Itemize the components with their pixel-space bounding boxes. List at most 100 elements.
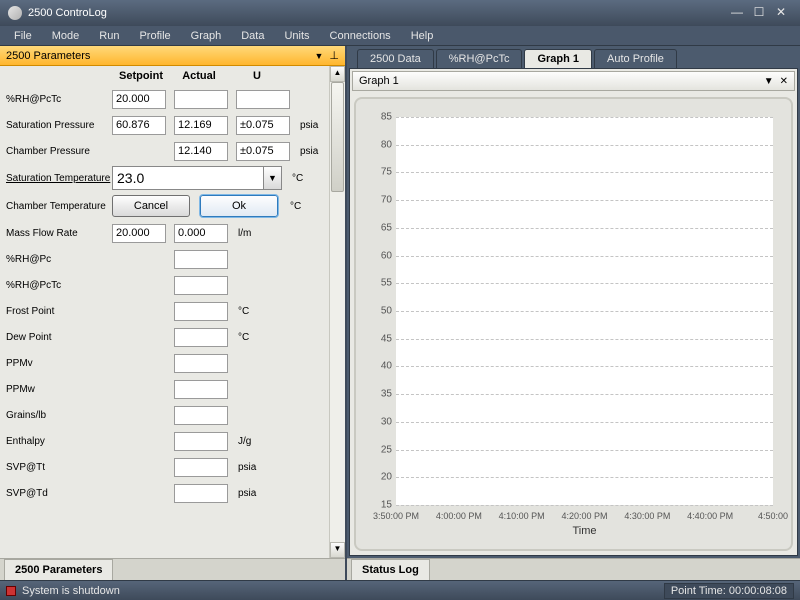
row-svp-td: SVP@Tdpsia [6, 480, 345, 506]
value-field [174, 328, 228, 347]
parameters-panel: 2500 Parameters ▼ ⊥ Setpoint Actual U %R… [0, 46, 347, 580]
scroll-up-button[interactable]: ▲ [330, 66, 345, 82]
value-field [174, 406, 228, 425]
value-field [174, 380, 228, 399]
tab-strip: 2500 Data %RH@PcTc Graph 1 Auto Profile [347, 46, 800, 68]
app-icon [8, 6, 22, 20]
menu-graph[interactable]: Graph [181, 28, 232, 44]
plot-area: Time 1520253035404550556065707580853:50:… [396, 117, 773, 505]
status-text: System is shutdown [22, 585, 120, 597]
x-tick: 4:50:00 [741, 511, 800, 521]
window-title: 2500 ControLog [28, 7, 107, 19]
y-tick: 15 [368, 500, 392, 511]
menu-run[interactable]: Run [89, 28, 129, 44]
menu-help[interactable]: Help [401, 28, 444, 44]
x-tick: 4:10:00 PM [490, 511, 554, 521]
menu-units[interactable]: Units [274, 28, 319, 44]
row-ppmw: PPMw [6, 376, 345, 402]
y-tick: 25 [368, 444, 392, 455]
row--rh-pctc: %RH@PcTc [6, 272, 345, 298]
menu-data[interactable]: Data [231, 28, 274, 44]
params-scrollbar[interactable]: ▲ ▼ [329, 66, 345, 558]
y-tick: 50 [368, 306, 392, 317]
row-dew-point: Dew Point°C [6, 324, 345, 350]
close-button[interactable]: ✕ [770, 5, 792, 21]
rh-actual [174, 90, 228, 109]
graph-panel: 2500 Data %RH@PcTc Graph 1 Auto Profile … [347, 46, 800, 580]
row-frost-point: Frost Point°C [6, 298, 345, 324]
tab-graph1[interactable]: Graph 1 [524, 49, 592, 68]
status-indicator-icon [6, 586, 16, 596]
rh-sp-input[interactable]: 20.000 [112, 90, 166, 109]
chart: Time 1520253035404550556065707580853:50:… [354, 97, 793, 551]
cancel-button[interactable]: Cancel [112, 195, 190, 217]
chevron-down-icon[interactable]: ▼ [314, 51, 323, 61]
value-field [174, 276, 228, 295]
value-field [174, 354, 228, 373]
row-ppmv: PPMv [6, 350, 345, 376]
sat-temp-dropdown-button[interactable]: ▼ [264, 166, 282, 190]
title-bar: 2500 ControLog — ☐ ✕ [0, 0, 800, 26]
y-tick: 60 [368, 250, 392, 261]
graph-title: Graph 1 [359, 75, 399, 87]
value-field [174, 432, 228, 451]
value-field [174, 458, 228, 477]
col-actual: Actual [170, 70, 228, 82]
left-bottom-tabs: 2500 Parameters [0, 558, 345, 580]
y-tick: 45 [368, 333, 392, 344]
minimize-button[interactable]: — [726, 5, 748, 21]
chp-actual: 12.140 [174, 142, 228, 161]
rh-u [236, 90, 290, 109]
row-rh-pctc: %RH@PcTc 20.000 [6, 86, 345, 112]
scroll-thumb[interactable] [331, 82, 344, 192]
y-tick: 75 [368, 167, 392, 178]
tab-rh-pctc[interactable]: %RH@PcTc [436, 49, 523, 68]
y-tick: 80 [368, 139, 392, 150]
row--rh-pc: %RH@Pc [6, 246, 345, 272]
y-tick: 85 [368, 112, 392, 123]
tab-auto-profile[interactable]: Auto Profile [594, 49, 677, 68]
menu-file[interactable]: File [4, 28, 42, 44]
tab-2500-data[interactable]: 2500 Data [357, 49, 434, 68]
menu-profile[interactable]: Profile [129, 28, 180, 44]
value-field [174, 484, 228, 503]
graph-dropdown-button[interactable]: ▼ [764, 76, 774, 87]
row-sat-pressure: Saturation Pressure 60.876 12.169 ±0.075… [6, 112, 345, 138]
menu-bar: File Mode Run Profile Graph Data Units C… [0, 26, 800, 46]
maximize-button[interactable]: ☐ [748, 5, 770, 21]
row-enthalpy: EnthalpyJ/g [6, 428, 345, 454]
value-field [174, 250, 228, 269]
right-bottom-tabs: Status Log [347, 558, 800, 580]
satp-actual: 12.169 [174, 116, 228, 135]
satp-sp-input[interactable]: 60.876 [112, 116, 166, 135]
y-tick: 70 [368, 195, 392, 206]
col-u: U [228, 70, 286, 82]
mf-actual: 0.000 [174, 224, 228, 243]
y-tick: 55 [368, 278, 392, 289]
row-mass-flow: Mass Flow Rate 20.000 0.000 l/m [6, 220, 345, 246]
pin-icon[interactable]: ⊥ [329, 49, 339, 62]
sat-temp-input[interactable]: 23.0 [112, 166, 264, 190]
x-tick: 4:20:00 PM [553, 511, 617, 521]
graph-close-button[interactable]: ✕ [780, 76, 788, 87]
x-tick: 4:40:00 PM [678, 511, 742, 521]
y-tick: 20 [368, 472, 392, 483]
col-setpoint: Setpoint [112, 70, 170, 82]
row-grains-lb: Grains/lb [6, 402, 345, 428]
row-chamber-temp: Chamber Temperature Cancel Ok °C [6, 192, 345, 220]
menu-connections[interactable]: Connections [320, 28, 401, 44]
ok-button[interactable]: Ok [200, 195, 278, 217]
value-field [174, 302, 228, 321]
y-tick: 40 [368, 361, 392, 372]
tab-2500-parameters[interactable]: 2500 Parameters [4, 559, 113, 580]
menu-mode[interactable]: Mode [42, 28, 90, 44]
y-tick: 35 [368, 389, 392, 400]
y-tick: 30 [368, 416, 392, 427]
row-svp-tt: SVP@Ttpsia [6, 454, 345, 480]
status-bar: System is shutdown Point Time: 00:00:08:… [0, 580, 800, 600]
tab-status-log[interactable]: Status Log [351, 559, 430, 580]
mf-sp-input[interactable]: 20.000 [112, 224, 166, 243]
panel-header[interactable]: 2500 Parameters ▼ ⊥ [0, 46, 345, 66]
x-axis-label: Time [396, 525, 773, 537]
scroll-down-button[interactable]: ▼ [330, 542, 345, 558]
